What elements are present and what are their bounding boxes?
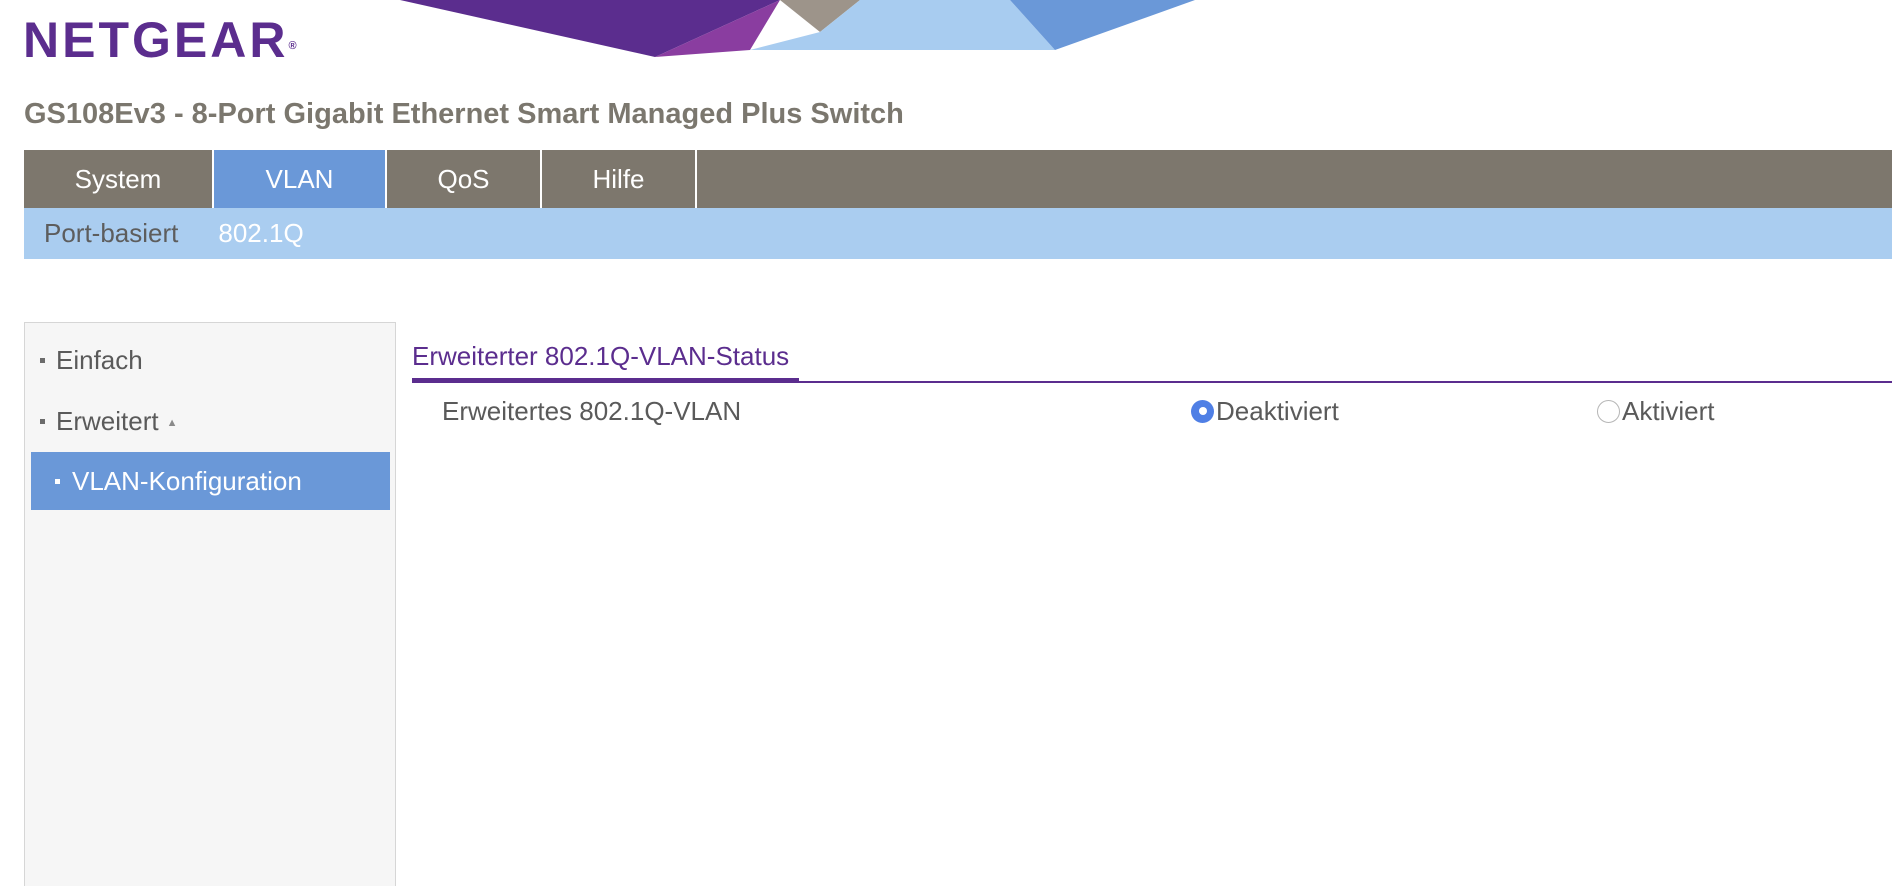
bullet-icon <box>40 419 45 424</box>
side-menu: Einfach Erweitert ▲ VLAN-Konfiguration <box>24 322 396 886</box>
side-item-einfach[interactable]: Einfach <box>40 345 143 376</box>
subtab-port-basiert[interactable]: Port-basiert <box>44 218 178 249</box>
bullet-icon <box>55 478 60 484</box>
sub-nav: Port-basiert 802.1Q <box>24 208 1892 259</box>
radio-deaktiviert[interactable]: Deaktiviert <box>1191 394 1339 428</box>
product-title: GS108Ev3 - 8-Port Gigabit Ethernet Smart… <box>24 98 904 130</box>
tab-vlan[interactable]: VLAN <box>214 150 387 208</box>
tab-system[interactable]: System <box>24 150 214 208</box>
main-nav: System VLAN QoS Hilfe <box>24 150 1892 208</box>
section-title: Erweiterter 802.1Q-VLAN-Status <box>412 341 790 371</box>
page: NETGEAR® GS108Ev3 - 8-Port Gigabit Ether… <box>0 0 1892 886</box>
tab-hilfe[interactable]: Hilfe <box>542 150 697 208</box>
registered-mark: ® <box>288 40 297 52</box>
radio-unchecked-icon[interactable] <box>1597 399 1620 423</box>
radio-aktiviert[interactable]: Aktiviert <box>1597 394 1714 428</box>
radio-label-deaktiviert: Deaktiviert <box>1216 396 1339 426</box>
subtab-802-1q[interactable]: 802.1Q <box>218 218 303 249</box>
side-item-label: VLAN-Konfiguration <box>72 465 302 496</box>
vlan-setting-label: Erweitertes 802.1Q-VLAN <box>442 396 742 426</box>
bullet-icon <box>40 358 45 363</box>
radio-checked-icon[interactable] <box>1191 399 1214 423</box>
tab-qos[interactable]: QoS <box>387 150 542 208</box>
radio-label-aktiviert: Aktiviert <box>1622 396 1715 426</box>
side-item-vlan-konfiguration[interactable]: VLAN-Konfiguration <box>31 452 390 510</box>
side-item-label: Erweitert <box>56 406 159 436</box>
caret-up-icon: ▲ <box>166 416 178 429</box>
side-item-erweitert[interactable]: Erweitert ▲ <box>40 406 177 437</box>
side-item-label: Einfach <box>56 345 143 375</box>
section-title-underline <box>412 378 799 383</box>
logo-text: NETGEAR <box>23 12 289 68</box>
netgear-logo[interactable]: NETGEAR® <box>23 12 297 68</box>
